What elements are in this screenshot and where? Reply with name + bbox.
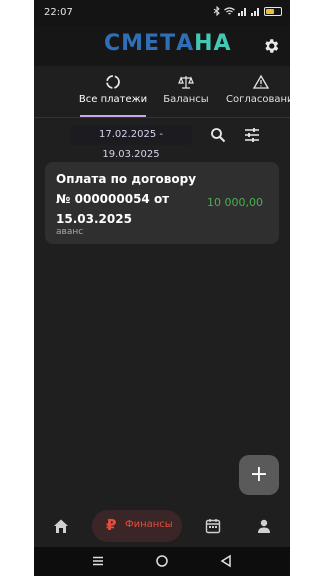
tab-bar: Все платежи Балансы Согласовани [34,66,290,118]
battery-level [266,8,274,14]
tab-label: Балансы [163,94,209,105]
signal-icon [238,7,246,16]
circle-arrows-icon [106,75,120,89]
nav-finance-label: Финансы [125,519,173,530]
gear-icon[interactable] [262,37,280,55]
bluetooth-icon [213,6,220,16]
wifi-icon [224,6,235,14]
status-bar: 22:07 [34,0,290,26]
active-tab-indicator [80,115,146,117]
system-nav-bar [34,547,290,576]
date-range-selector[interactable]: 17.02.2025 - 19.03.2025 [70,125,192,160]
filter-sliders-icon[interactable] [244,127,260,143]
phone-screen: 22:07 СМЕТАНА Все платежи Балансы Соглас… [34,0,290,576]
home-circle-icon[interactable] [155,554,169,568]
tab-balances[interactable]: Балансы [158,66,214,118]
ruble-icon: ₽ [106,516,117,534]
signal-icon-2 [251,7,259,16]
status-icons [213,6,282,16]
payment-amount: 10 000,00 [207,196,263,209]
tab-approvals[interactable]: Согласовани [226,66,290,118]
search-icon[interactable] [210,127,226,143]
add-payment-button[interactable]: + [239,455,279,495]
app-logo: СМЕТАНА [104,31,232,56]
warning-triangle-icon [253,74,269,89]
battery-icon [264,6,282,16]
payment-card[interactable]: Оплата по договору № 000000054 от 15.03.… [45,162,279,244]
back-icon[interactable] [219,554,233,568]
logo-part-2: НА [194,31,232,56]
recent-apps-icon[interactable] [91,554,105,568]
tab-label: Согласовани [226,94,290,105]
payment-title: Оплата по договору № 000000054 от 15.03.… [56,172,197,226]
tab-label: Все платежи [78,94,148,105]
payment-note: аванс [56,227,84,237]
home-icon[interactable] [52,517,70,535]
tab-all-payments[interactable]: Все платежи [78,66,148,118]
nav-finance[interactable]: ₽ Финансы [92,510,182,542]
logo-part-1: СМЕТА [104,31,195,56]
app-header: СМЕТАНА [34,26,290,66]
scales-icon [178,76,194,89]
person-icon[interactable] [255,517,273,535]
bottom-nav: ₽ Финансы [34,505,290,547]
calendar-icon[interactable] [204,517,222,535]
status-time: 22:07 [44,7,73,18]
